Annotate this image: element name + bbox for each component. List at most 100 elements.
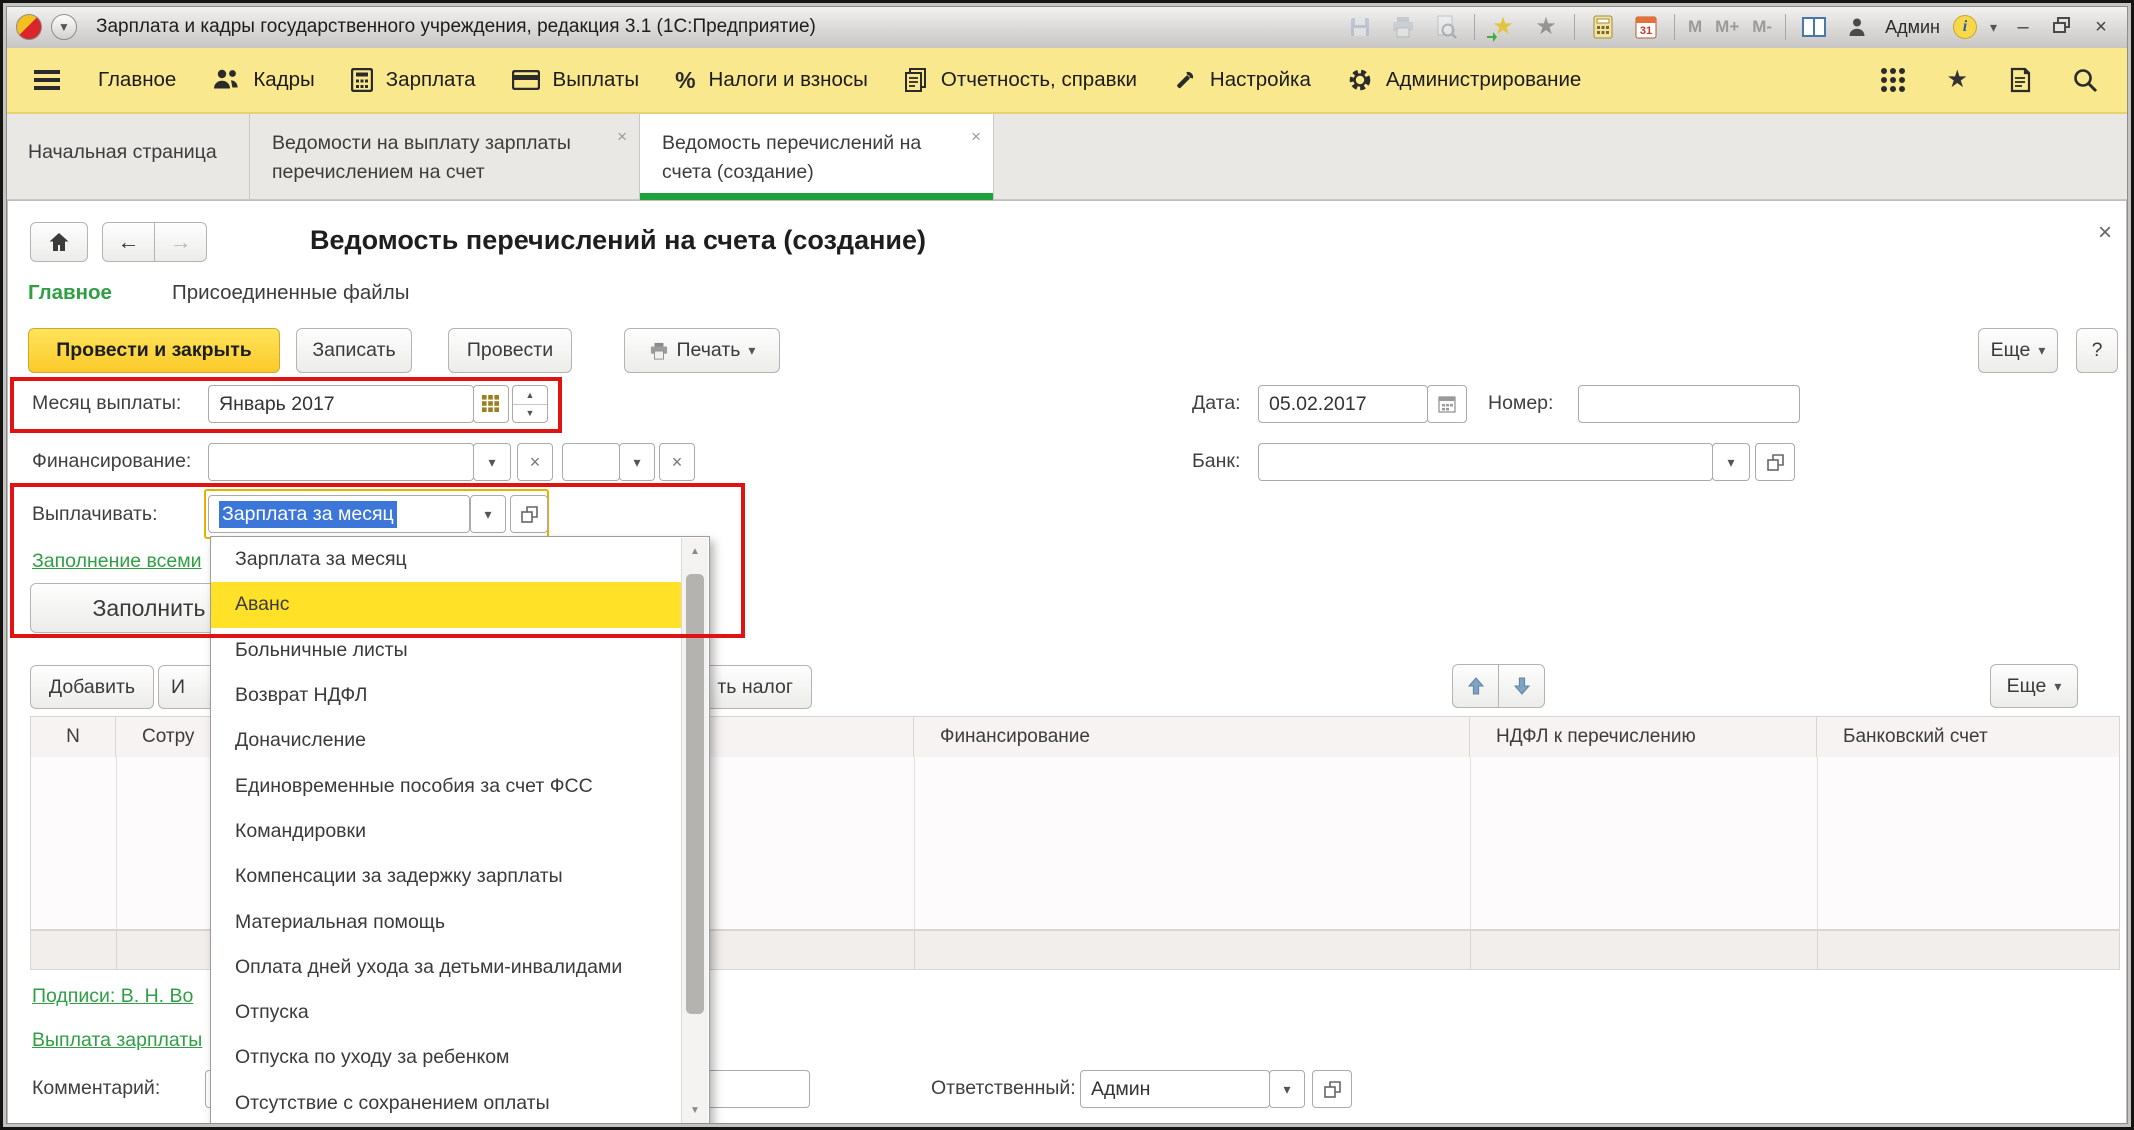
dropdown-item[interactable]: Доначисление: [211, 718, 681, 763]
history-icon[interactable]: [2008, 67, 2032, 93]
table-header-ndfl[interactable]: НДФЛ к перечислению: [1469, 716, 1817, 758]
save-button[interactable]: Записать: [296, 328, 412, 373]
move-up-button[interactable]: [1452, 664, 1499, 708]
info-icon[interactable]: i: [1952, 15, 1977, 39]
bank-caret-button[interactable]: ▾: [1712, 443, 1750, 481]
more-button-top[interactable]: Еще ▾: [1978, 328, 2058, 373]
pay-input[interactable]: Зарплата за месяц: [208, 495, 470, 533]
salary-payment-link[interactable]: Выплата зарплаты: [32, 1029, 202, 1052]
dropdown-item[interactable]: Компенсации за задержку зарплаты: [211, 854, 681, 899]
scroll-up-icon[interactable]: ▲: [682, 538, 708, 564]
financing2-input[interactable]: [562, 443, 620, 481]
menu-item-vyplaty[interactable]: Выплаты: [511, 68, 639, 92]
tab-statements-list[interactable]: Ведомости на выплату зарплаты перечислен…: [250, 114, 640, 200]
bank-input[interactable]: [1258, 443, 1713, 481]
responsible-caret-button[interactable]: ▾: [1269, 1070, 1305, 1108]
signatures-link[interactable]: Подписи: В. Н. Во: [32, 985, 193, 1008]
home-button[interactable]: [30, 222, 88, 262]
bank-open-button[interactable]: [1755, 443, 1795, 481]
print-preview-icon[interactable]: [1431, 12, 1461, 42]
print-button[interactable]: Печать ▾: [624, 328, 780, 373]
scroll-thumb[interactable]: [686, 574, 704, 1014]
dropdown-item[interactable]: Командировки: [211, 809, 681, 854]
tab-close-icon[interactable]: ×: [971, 124, 981, 150]
menu-item-otchetnost[interactable]: Отчетность, справки: [904, 68, 1137, 92]
pay-open-button[interactable]: [510, 495, 548, 533]
dropdown-scrollbar[interactable]: ▲ ▼: [681, 538, 708, 1123]
menu-item-zarplata[interactable]: Зарплата: [350, 68, 476, 92]
menu-item-administrirovanie[interactable]: Администрирование: [1347, 67, 1581, 93]
tab-home[interactable]: Начальная страница: [6, 114, 250, 200]
hamburger-menu-icon[interactable]: [34, 69, 62, 91]
scroll-down-icon[interactable]: ▼: [682, 1097, 708, 1123]
more-button-table[interactable]: Еще ▾: [1990, 664, 2078, 708]
dropdown-item[interactable]: Отсутствие с сохранением оплаты: [211, 1081, 681, 1126]
info-caret-icon[interactable]: ▾: [1990, 19, 1997, 36]
split-panel-icon[interactable]: [1799, 12, 1829, 42]
favorites-star-icon[interactable]: ★: [1946, 68, 1968, 92]
memory-m-plus-button[interactable]: M+: [1715, 17, 1739, 37]
nav-link-attached-files[interactable]: Присоединенные файлы: [172, 281, 409, 305]
financing-clear-button[interactable]: ×: [517, 443, 553, 481]
menu-item-glavnoe[interactable]: Главное: [98, 68, 176, 92]
back-button[interactable]: ←: [102, 222, 155, 262]
dropdown-item[interactable]: Отпуска по уходу за ребенком: [211, 1035, 681, 1080]
table-header-financing[interactable]: Финансирование: [913, 716, 1470, 758]
save-icon[interactable]: [1345, 12, 1375, 42]
calculator-icon[interactable]: [1588, 12, 1618, 42]
dropdown-item-highlighted[interactable]: Аванс: [211, 582, 681, 628]
date-picker-button[interactable]: [1427, 385, 1467, 423]
nav-link-main[interactable]: Главное: [28, 281, 112, 305]
financing-input[interactable]: [208, 443, 474, 481]
dropdown-item[interactable]: Материальная помощь: [211, 899, 681, 944]
memory-m-button[interactable]: M: [1688, 17, 1702, 37]
dropdown-item[interactable]: Больничные листы: [211, 628, 681, 673]
date-input[interactable]: 05.02.2017: [1258, 385, 1428, 423]
month-input[interactable]: Январь 2017: [208, 385, 474, 423]
financing2-clear-button[interactable]: ×: [659, 443, 695, 481]
help-button[interactable]: ?: [2076, 328, 2118, 373]
restore-button[interactable]: [2049, 16, 2075, 39]
spinner-up-icon[interactable]: ▲: [513, 386, 547, 405]
menu-item-kadry[interactable]: Кадры: [212, 68, 315, 92]
month-picker-button[interactable]: [473, 385, 509, 423]
responsible-input[interactable]: Админ: [1080, 1070, 1270, 1108]
window-menu-button[interactable]: ▼: [51, 14, 77, 40]
table-header-bank-account[interactable]: Банковский счет: [1816, 716, 2120, 758]
add-button[interactable]: Добавить: [30, 665, 154, 709]
tab-current[interactable]: Ведомость перечислений на счета (создани…: [640, 114, 994, 200]
search-icon[interactable]: [2072, 67, 2098, 93]
apps-grid-icon[interactable]: [1880, 67, 1906, 93]
dropdown-item[interactable]: Отпуска: [211, 990, 681, 1035]
add-favorite-icon[interactable]: ★: [1486, 12, 1518, 42]
menu-item-label: Администрирование: [1385, 68, 1582, 91]
print-icon[interactable]: [1388, 12, 1418, 42]
memory-m-minus-button[interactable]: M-: [1752, 17, 1772, 37]
menu-item-nalogi[interactable]: % Налоги и взносы: [675, 67, 868, 94]
forward-button[interactable]: →: [154, 222, 207, 262]
menu-item-nastroika[interactable]: Настройка: [1173, 68, 1311, 92]
tab-close-icon[interactable]: ×: [617, 124, 627, 150]
spinner-down-icon[interactable]: ▼: [513, 405, 547, 423]
form-close-icon[interactable]: ×: [2098, 219, 2112, 247]
close-button[interactable]: ×: [2088, 16, 2114, 39]
dropdown-item[interactable]: Зарплата за месяц: [211, 537, 681, 582]
responsible-open-button[interactable]: [1312, 1070, 1352, 1108]
number-input[interactable]: [1578, 385, 1800, 423]
fill-all-link[interactable]: Заполнение всеми: [32, 550, 202, 573]
dropdown-item[interactable]: Оплата дней ухода за детьми-инвалидами: [211, 945, 681, 990]
minimize-button[interactable]: –: [2010, 16, 2036, 39]
financing-caret-button[interactable]: ▾: [473, 443, 511, 481]
pay-caret-button[interactable]: ▾: [470, 495, 506, 533]
dropdown-item[interactable]: Единовременные пособия за счет ФСС: [211, 763, 681, 808]
table-header-n[interactable]: N: [30, 716, 116, 758]
calendar-icon[interactable]: 31: [1631, 12, 1661, 42]
user-name[interactable]: Админ: [1885, 17, 1940, 38]
post-button[interactable]: Провести: [448, 328, 572, 373]
post-and-close-button[interactable]: Провести и закрыть: [28, 328, 280, 373]
financing2-caret-button[interactable]: ▾: [619, 443, 655, 481]
column-divider: [116, 931, 117, 969]
move-down-button[interactable]: [1498, 664, 1545, 708]
dropdown-item[interactable]: Возврат НДФЛ: [211, 673, 681, 718]
favorites-icon[interactable]: ★: [1531, 12, 1561, 42]
